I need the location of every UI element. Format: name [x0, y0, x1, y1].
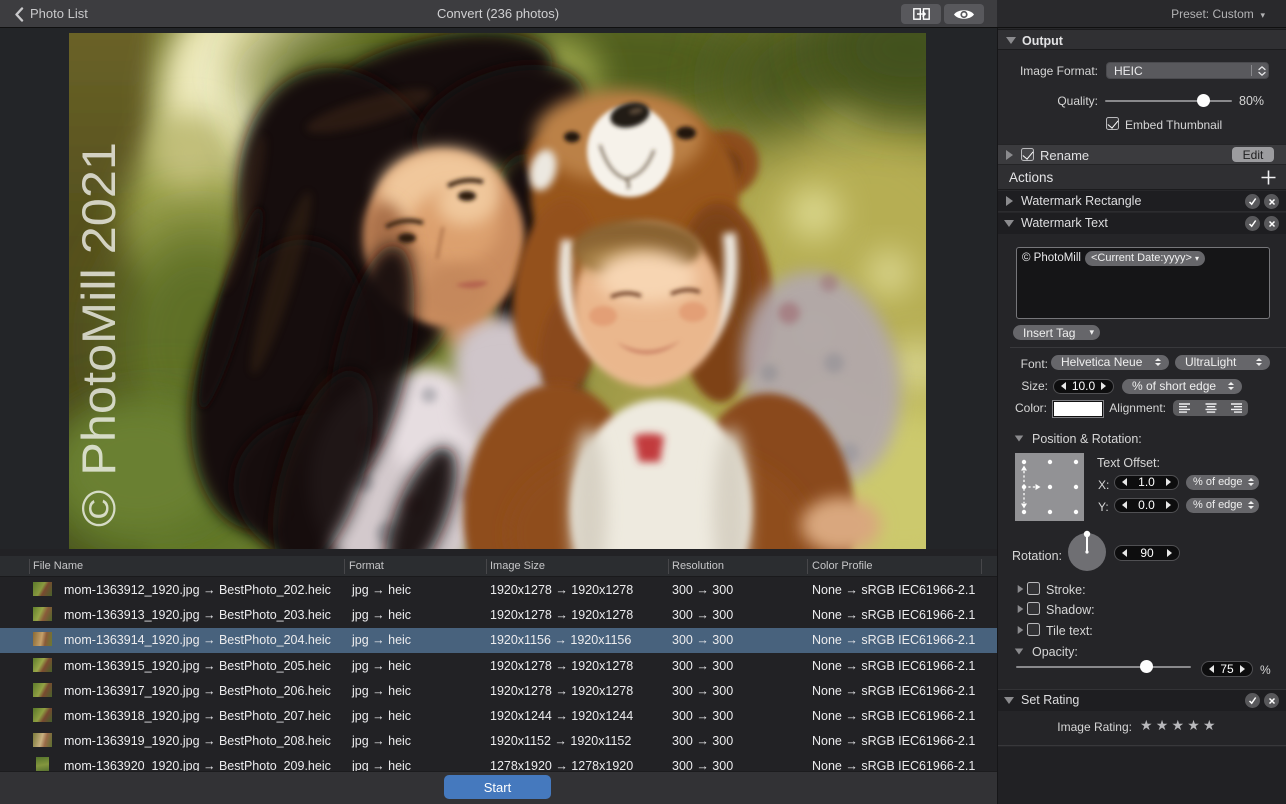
- svg-text:© PhotoMill 2021: © PhotoMill 2021: [72, 142, 125, 527]
